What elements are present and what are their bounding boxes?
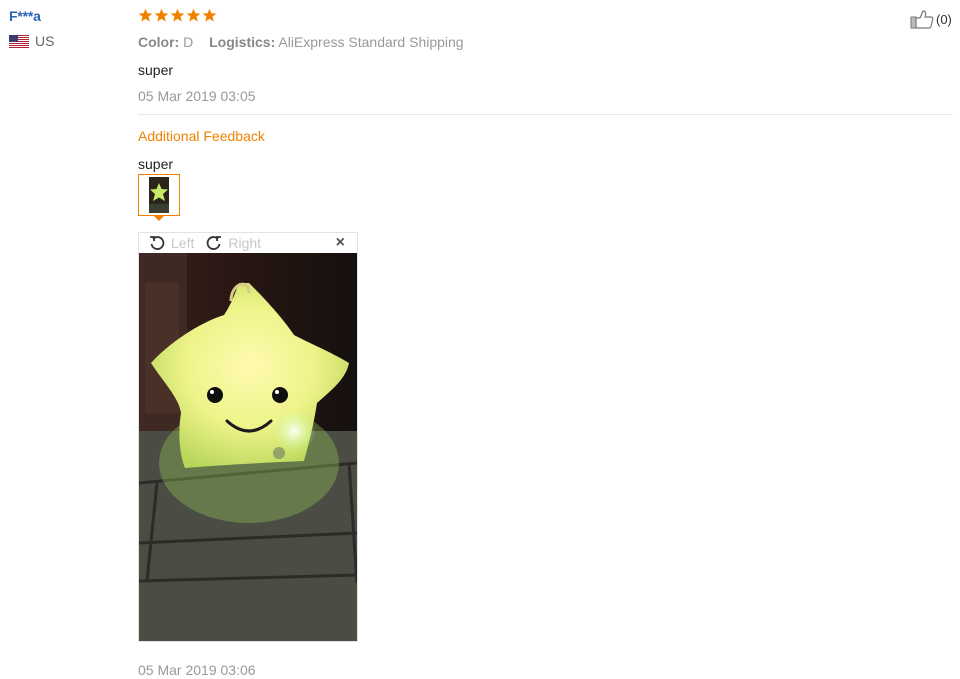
review-meta: Color: D Logistics: AliExpress Standard … <box>138 33 954 51</box>
rotate-left-button[interactable]: Left <box>149 235 194 251</box>
helpful-count: (0) <box>936 11 952 27</box>
additional-feedback-title: Additional Feedback <box>138 128 265 144</box>
thumbnail-image <box>149 177 169 213</box>
color-label: Color: <box>138 34 180 50</box>
logistics-value: AliExpress Standard Shipping <box>278 34 464 50</box>
star-icon <box>138 8 153 22</box>
review-body: Color: D Logistics: AliExpress Standard … <box>138 8 954 678</box>
review-text: super <box>138 62 174 78</box>
thumbs-up-icon <box>910 10 934 29</box>
rotate-right-button[interactable]: Right <box>206 235 261 251</box>
photo-thumbnails <box>138 174 180 221</box>
review-photo <box>139 253 357 641</box>
reviewer-name: F***a <box>9 8 41 24</box>
star-icon <box>154 8 169 22</box>
star-icon <box>202 8 217 22</box>
photo-thumbnail[interactable] <box>138 174 180 216</box>
color-value: D <box>183 34 194 50</box>
rotate-right-icon <box>207 236 222 250</box>
thumbnail-pointer <box>153 215 165 221</box>
additional-feedback-text: super <box>138 156 174 172</box>
close-viewer-button[interactable]: × <box>336 235 345 251</box>
star-icon <box>186 8 201 22</box>
additional-feedback-date: 05 Mar 2019 03:06 <box>138 662 256 678</box>
logistics-label: Logistics: <box>209 34 276 50</box>
helpful-button[interactable]: (0) <box>910 9 952 29</box>
star-icon <box>170 8 185 22</box>
star-rating <box>138 8 954 26</box>
country-code: US <box>35 33 55 49</box>
rotate-left-icon <box>150 236 165 250</box>
rotate-right-label: Right <box>228 235 262 251</box>
divider <box>138 114 953 115</box>
photo-viewer: Left Right × <box>138 232 358 642</box>
reviewer-country: US <box>9 33 54 49</box>
photo-viewer-toolbar: Left Right × <box>139 233 357 253</box>
review-date: 05 Mar 2019 03:05 <box>138 88 256 104</box>
rotate-left-label: Left <box>171 235 195 251</box>
reviewer-info: F***a US <box>9 8 54 49</box>
us-flag-icon <box>9 34 29 48</box>
